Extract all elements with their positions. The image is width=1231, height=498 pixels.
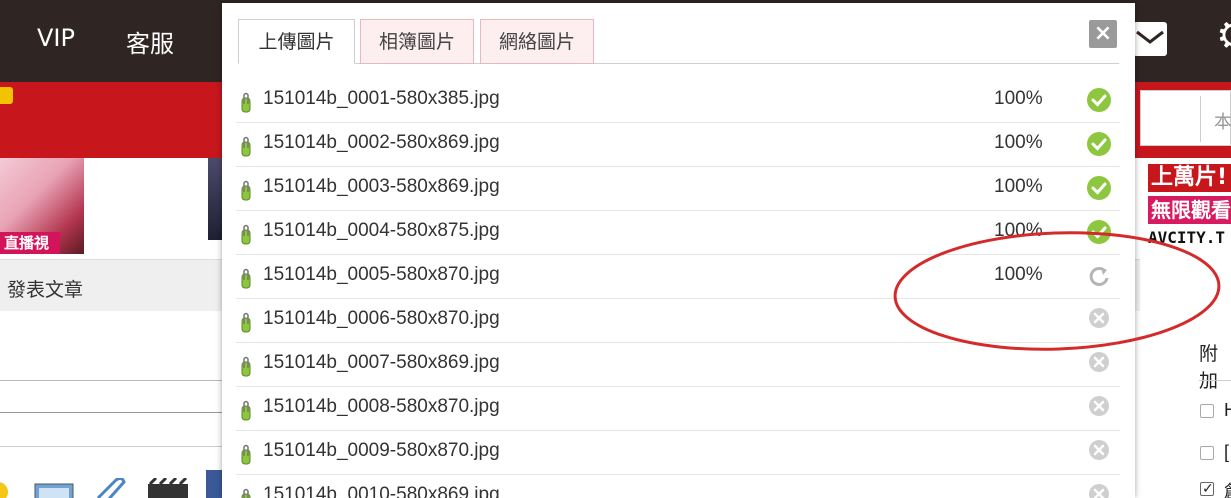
- ad-line-2: 無限觀看: [1148, 196, 1231, 224]
- divider: [0, 446, 222, 447]
- check-circle-icon: [1087, 88, 1111, 112]
- file-row: 151014b_0003-580x869.jpg 100%: [236, 167, 1120, 211]
- x-circle-icon[interactable]: [1086, 439, 1112, 465]
- file-name: 151014b_0001-580x385.jpg: [263, 88, 500, 109]
- file-name: 151014b_0008-580x870.jpg: [263, 396, 500, 417]
- divider: [1199, 380, 1231, 381]
- option-checkbox-2[interactable]: [1200, 446, 1214, 460]
- paperclip-icon: [241, 268, 251, 289]
- file-row: 151014b_0010-580x869.jpg: [236, 475, 1120, 498]
- emoji-icon[interactable]: [0, 478, 10, 498]
- option-label-3: 創: [1224, 478, 1231, 498]
- toolbar-block: [206, 470, 222, 498]
- file-row: 151014b_0002-580x869.jpg 100%: [236, 123, 1120, 167]
- nav-item-vip[interactable]: VIP: [37, 24, 75, 52]
- ad-line-1: 上萬片!: [1148, 164, 1231, 192]
- editor-toolbar: [0, 470, 222, 498]
- check-circle-icon: [1087, 176, 1111, 200]
- file-name: 151014b_0005-580x870.jpg: [263, 264, 500, 285]
- file-name: 151014b_0002-580x869.jpg: [263, 132, 500, 153]
- paperclip-icon: [241, 136, 251, 157]
- x-circle-icon[interactable]: [1086, 351, 1112, 377]
- x-circle-icon[interactable]: [1086, 483, 1112, 498]
- search-divider: [1200, 96, 1201, 142]
- search-placeholder: 本: [1214, 112, 1231, 133]
- mail-icon[interactable]: [1133, 22, 1167, 56]
- option-checkbox-1[interactable]: [1200, 404, 1214, 418]
- divider: [0, 380, 222, 381]
- nav-notification-dot: [0, 87, 13, 104]
- paperclip-icon: [241, 444, 251, 465]
- file-row: 151014b_0001-580x385.jpg 100%: [236, 79, 1120, 123]
- file-name: 151014b_0004-580x875.jpg: [263, 220, 500, 241]
- upload-progress: 100%: [994, 132, 1043, 153]
- gear-icon[interactable]: ⚙: [1216, 16, 1231, 56]
- check-circle-icon: [1087, 132, 1111, 156]
- divider: [0, 412, 222, 413]
- tab-upload-images[interactable]: 上傳圖片: [238, 19, 355, 64]
- compose-title: 發表文章: [7, 279, 84, 301]
- tab-web-images[interactable]: 網絡圖片: [480, 19, 594, 64]
- video-clapper-icon[interactable]: [146, 478, 190, 498]
- file-row: 151014b_0009-580x870.jpg: [236, 431, 1120, 475]
- tab-album-images[interactable]: 相簿圖片: [360, 19, 474, 64]
- paperclip-icon: [241, 224, 251, 245]
- dialog-tabs: 上傳圖片 相簿圖片 網絡圖片: [238, 19, 1119, 64]
- file-name: 151014b_0009-580x870.jpg: [263, 440, 500, 461]
- file-name: 151014b_0010-580x869.jpg: [263, 484, 500, 498]
- file-row: 151014b_0008-580x870.jpg: [236, 387, 1120, 431]
- paperclip-icon: [241, 92, 251, 113]
- annotation-ellipse: [893, 231, 1221, 351]
- file-name: 151014b_0003-580x869.jpg: [263, 176, 500, 197]
- option-label-1: H: [1224, 400, 1231, 420]
- option-label-2: [: [1224, 442, 1230, 462]
- paperclip-icon: [241, 356, 251, 377]
- paperclip-icon: [241, 180, 251, 201]
- paperclip-icon: [241, 312, 251, 333]
- live-video-thumbnail[interactable]: 直播視訊: [0, 158, 84, 254]
- file-name: 151014b_0006-580x870.jpg: [263, 308, 500, 329]
- paperclip-icon[interactable]: [94, 478, 128, 498]
- thumbnail-badge: 直播視訊: [0, 232, 60, 254]
- image-icon[interactable]: [34, 478, 74, 498]
- nav-item-service[interactable]: 客服: [126, 24, 174, 59]
- option-checkbox-3[interactable]: [1200, 480, 1214, 497]
- file-name: 151014b_0007-580x869.jpg: [263, 352, 500, 373]
- close-button[interactable]: ×: [1089, 20, 1117, 48]
- paperclip-icon: [241, 488, 251, 498]
- upload-progress: 100%: [994, 88, 1043, 109]
- paperclip-icon: [241, 400, 251, 421]
- x-circle-icon[interactable]: [1086, 395, 1112, 421]
- upload-progress: 100%: [994, 176, 1043, 197]
